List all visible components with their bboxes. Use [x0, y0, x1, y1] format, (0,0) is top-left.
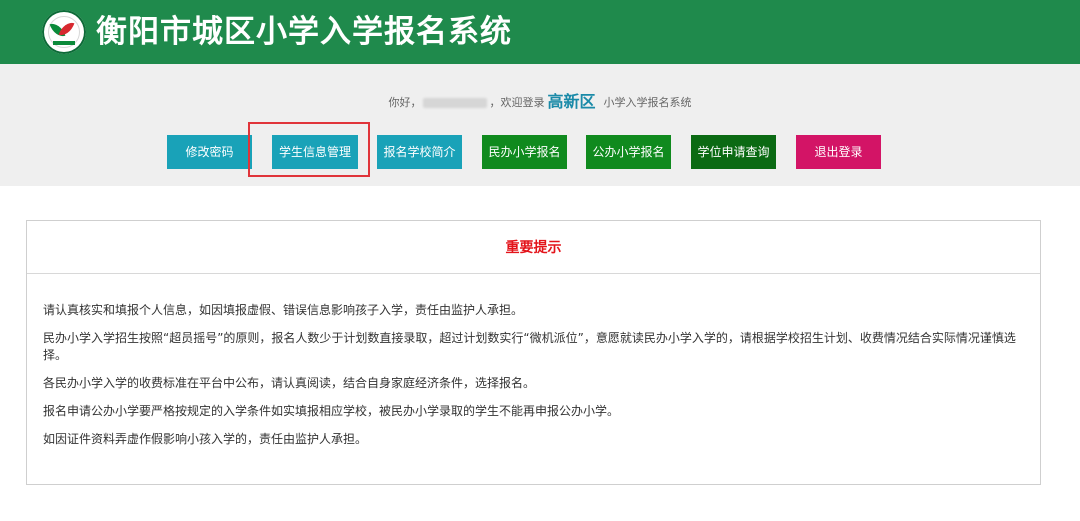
system-name: 小学入学报名系统	[603, 96, 692, 109]
private-school-apply-button[interactable]: 民办小学报名	[482, 135, 567, 169]
notice-title: 重要提示	[505, 240, 562, 256]
notice-item: 民办小学入学招生按照“超员摇号”的原则，报名人数少于计划数直接录取，超过计划数实…	[43, 331, 1016, 362]
notice-item: 如因证件资料弄虚作假影响小孩入学的，责任由监护人承担。	[43, 432, 368, 446]
change-password-button[interactable]: 修改密码	[167, 135, 252, 169]
notice-item: 请认真核实和填报个人信息，如因填报虚假、错误信息影响孩子入学，责任由监护人承担。	[43, 303, 524, 317]
blurred-username	[423, 98, 488, 108]
welcome-line: 你好， ，欢迎登录 高新区 小学入学报名系统	[0, 92, 1080, 113]
public-school-apply-button[interactable]: 公办小学报名	[586, 135, 671, 169]
greeting-text: 你好，	[388, 96, 422, 109]
notice-body: 请认真核实和填报个人信息，如因填报虚假、错误信息影响孩子入学，责任由监护人承担。…	[27, 274, 1040, 448]
user-panel: 你好， ，欢迎登录 高新区 小学入学报名系统 修改密码 学生信息管理 报名学校简介 民…	[0, 64, 1080, 186]
notice-header: 重要提示	[27, 221, 1040, 274]
notice-item: 报名申请公办小学要严格按规定的入学条件如实填报相应学校，被民办小学录取的学生不能…	[43, 404, 620, 418]
notice-panel: 重要提示 请认真核实和填报个人信息，如因填报虚假、错误信息影响孩子入学，责任由监…	[26, 220, 1041, 485]
seat-query-button[interactable]: 学位申请查询	[691, 135, 776, 169]
notice-item: 各民办小学入学的收费标准在平台中公布，请认真阅读，结合自身家庭经济条件，选择报名…	[43, 376, 536, 390]
school-intro-button[interactable]: 报名学校简介	[377, 135, 462, 169]
page-title: 衡阳市城区小学入学报名系统	[96, 14, 512, 50]
header-bar: 衡阳市城区小学入学报名系统	[0, 0, 1080, 64]
school-emblem-icon	[42, 10, 86, 54]
welcome-suffix: ，欢迎登录	[489, 96, 545, 109]
district-name: 高新区	[547, 92, 596, 111]
logout-button[interactable]: 退出登录	[796, 135, 881, 169]
highlight-box	[248, 122, 370, 177]
